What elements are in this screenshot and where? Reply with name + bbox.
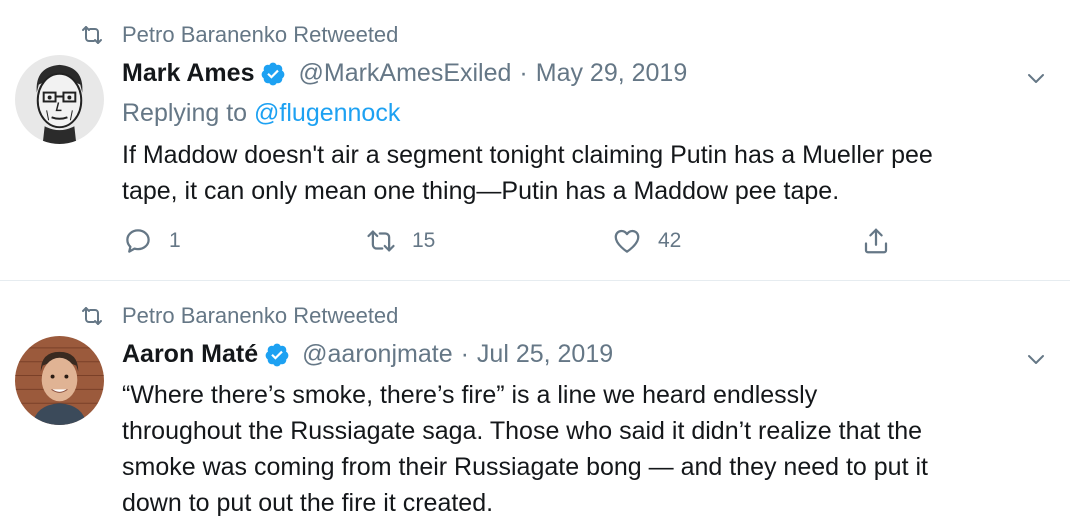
author-handle[interactable]: @MarkAmesExiled	[298, 59, 511, 88]
tweet-text-line: tape, it can only mean one thing—Putin h…	[122, 177, 840, 205]
tweet-date[interactable]: Jul 25, 2019	[477, 340, 613, 369]
tweet-text: “Where there’s smoke, there’s fire” is a…	[122, 377, 1057, 521]
avatar[interactable]	[15, 336, 104, 425]
tweet-text-line: down to put out the fire it created.	[122, 489, 494, 517]
author-handle[interactable]: @aaronjmate	[302, 340, 452, 369]
retweeted-by-line: Petro Baranenko Retweeted	[80, 303, 398, 329]
heart-icon	[614, 229, 640, 253]
verified-badge-icon	[265, 343, 289, 366]
tweet-text-line: throughout the Russiagate saga. Those wh…	[122, 417, 923, 445]
chevron-down-icon[interactable]	[1024, 347, 1048, 371]
retweet-icon	[82, 307, 102, 325]
replying-to-prefix: Replying to	[122, 99, 255, 127]
like-count: 42	[658, 229, 682, 252]
retweeted-by-line: Petro Baranenko Retweeted	[80, 22, 398, 48]
retweet-button[interactable]: 15	[366, 226, 435, 256]
reply-button[interactable]: 1	[123, 226, 181, 256]
tweet-date[interactable]: May 29, 2019	[536, 59, 688, 88]
retweeted-by-text[interactable]: Petro Baranenko Retweeted	[122, 22, 398, 48]
reply-icon	[126, 229, 150, 253]
separator-dot: ·	[460, 340, 469, 368]
tweet-header: Mark Ames @MarkAmesExiled · May 29, 2019	[122, 59, 687, 88]
tweet-text: If Maddow doesn't air a segment tonight …	[122, 137, 1057, 209]
tweet-text-line: smoke was coming from their Russiagate b…	[122, 453, 928, 481]
retweet-icon	[367, 230, 395, 252]
reply-count: 1	[169, 229, 181, 252]
replying-to-mention[interactable]: @flugennock	[254, 99, 400, 127]
separator-dot: ·	[519, 59, 528, 87]
retweet-count: 15	[412, 229, 436, 252]
retweet-icon	[82, 26, 102, 44]
retweeted-by-text[interactable]: Petro Baranenko Retweeted	[122, 303, 398, 329]
tweet-mark-ames[interactable]: Petro Baranenko Retweeted Mark Ames @Mar…	[0, 0, 1070, 281]
tweet-header: Aaron Maté @aaronjmate · Jul 25, 2019	[122, 340, 613, 369]
tweet-aaron-mate[interactable]: Petro Baranenko Retweeted Aaron Maté @aa…	[0, 281, 1070, 518]
author-name[interactable]: Aaron Maté	[122, 340, 258, 369]
like-button[interactable]: 42	[612, 226, 681, 256]
tweet-text-line: If Maddow doesn't air a segment tonight …	[122, 141, 933, 169]
avatar[interactable]	[15, 55, 104, 144]
chevron-down-icon[interactable]	[1024, 66, 1048, 90]
tweet-text-line: “Where there’s smoke, there’s fire” is a…	[122, 381, 818, 409]
verified-badge-icon	[262, 62, 285, 85]
share-button[interactable]	[861, 226, 891, 256]
author-name[interactable]: Mark Ames	[122, 59, 254, 88]
tweet-actions: 1 15 42	[0, 226, 1070, 262]
replying-to: Replying to @flugennock	[122, 99, 400, 128]
share-icon	[864, 228, 888, 254]
